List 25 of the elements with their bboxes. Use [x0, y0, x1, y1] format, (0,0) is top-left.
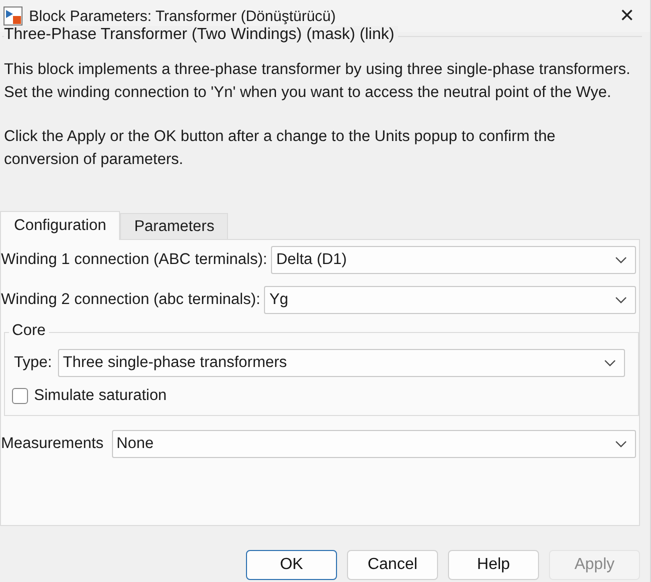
block-icon: [3, 6, 23, 26]
dropdown[interactable]: Three single-phase transformers: [58, 349, 625, 377]
description-text: Click the Apply or the OK button after a change to the Units popup to confirm the conversion of parameters.: [4, 127, 556, 170]
field-label: Winding 1 connection (ABC terminals):: [1, 251, 268, 269]
chevron-down-icon: [615, 440, 627, 448]
mask-title: Three-Phase Transformer (Two Windings) (mask) (link): [4, 26, 398, 44]
dropdown[interactable]: None: [112, 430, 636, 458]
window-title: Block Parameters: Transformer (Dönüştürücü): [29, 8, 337, 24]
field-label: Measurements: [1, 435, 104, 453]
field-label: Type:: [14, 354, 52, 372]
dropdown[interactable]: Yg: [264, 286, 636, 314]
description-text: This block implements a three-phase transformer by using three single-phase transformers. Set the winding connection to 'Yn' when you want to access the neutral point of the Wye.: [4, 60, 632, 102]
field-label: Winding 2 connection (abc terminals):: [1, 291, 260, 309]
close-button[interactable]: ×: [610, 2, 644, 30]
chevron-down-icon: [604, 359, 616, 367]
dialog-button[interactable]: Cancel: [347, 550, 438, 580]
dropdown[interactable]: Delta (D1): [271, 246, 636, 274]
dialog-button[interactable]: OK: [246, 550, 337, 580]
tab[interactable]: Parameters: [120, 213, 228, 239]
tab[interactable]: Configuration: [0, 211, 120, 240]
dialog-button[interactable]: Help: [448, 550, 539, 580]
checkbox[interactable]: [12, 388, 28, 404]
chevron-down-icon: [615, 296, 627, 304]
checkbox-label: Simulate saturation: [34, 387, 167, 405]
chevron-down-icon: [615, 256, 627, 264]
